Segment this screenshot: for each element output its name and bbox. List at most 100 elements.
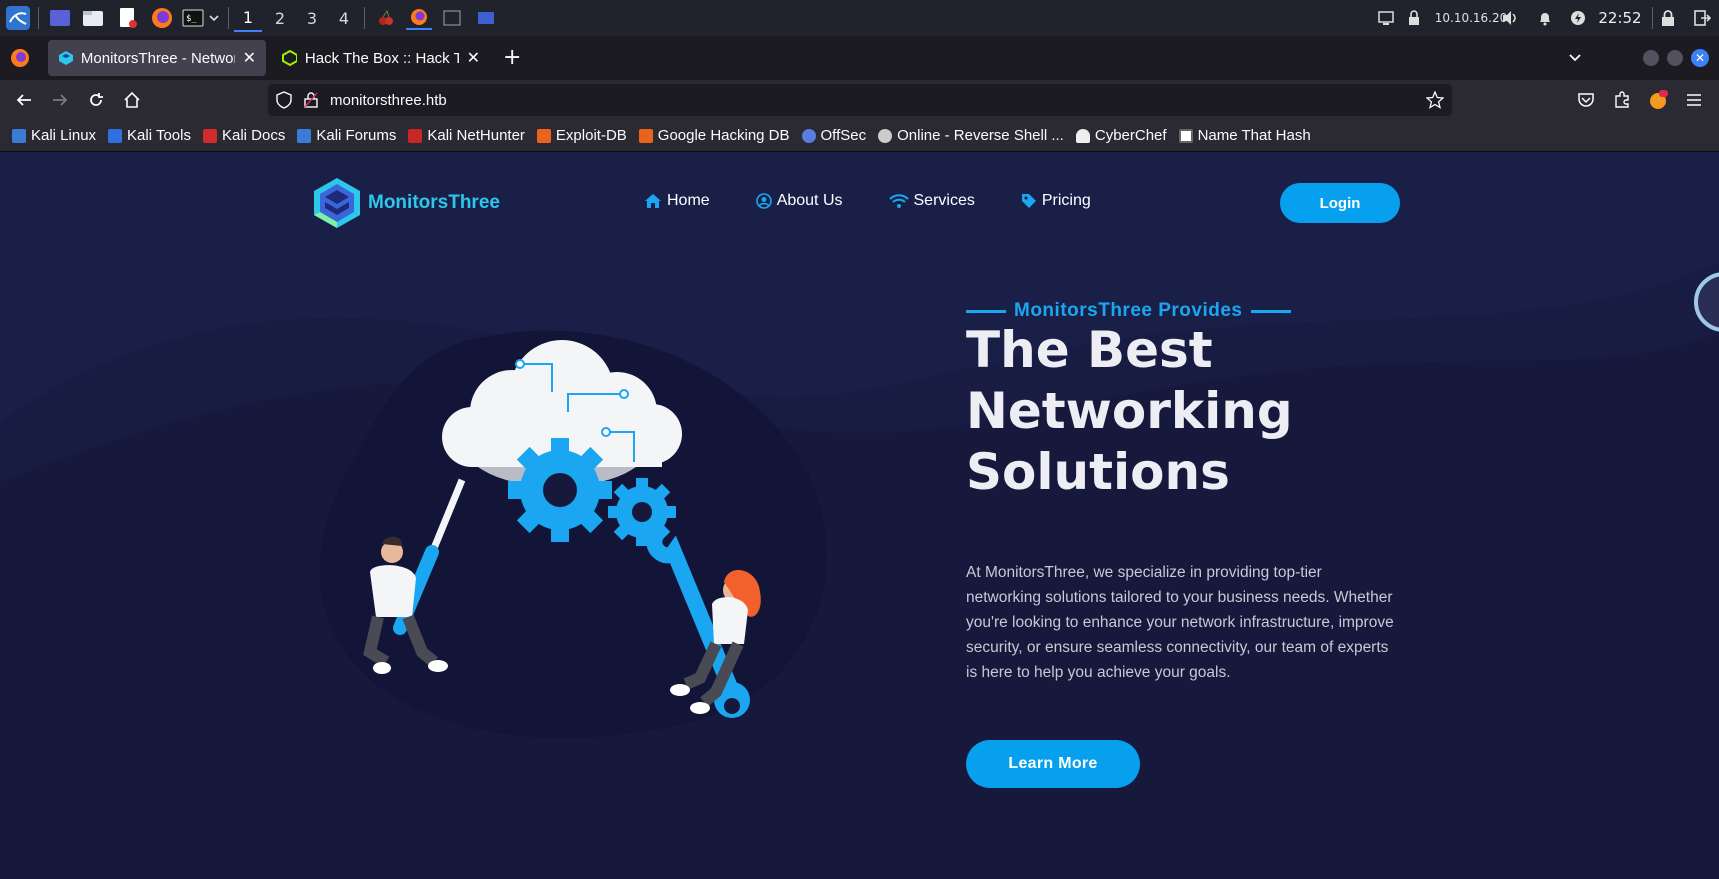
pocket-button[interactable] (1572, 86, 1600, 114)
file-manager-icon[interactable] (81, 6, 105, 30)
monitorsthree-favicon-icon (59, 51, 73, 65)
logo-text: MonitorsThree (368, 192, 500, 213)
home-button[interactable] (118, 86, 146, 114)
url-text[interactable]: monitorsthree.htb (330, 92, 447, 109)
home-icon (124, 91, 140, 108)
tab-strip: MonitorsThree - Network ✕ Hack The Box :… (0, 36, 1719, 80)
app-window-icon[interactable] (474, 6, 498, 30)
hero-headline: The Best Networking Solutions (966, 320, 1406, 503)
bookmark-star-icon[interactable] (1426, 91, 1444, 109)
bookmark-reverse-shell[interactable]: Online - Reverse Shell ... (878, 127, 1064, 144)
arrow-left-icon (16, 94, 31, 106)
wifi-icon (888, 194, 909, 208)
firefox-launcher-icon[interactable] (150, 6, 174, 30)
tab-monitorsthree[interactable]: MonitorsThree - Network ✕ (48, 40, 266, 76)
name-that-hash-icon (1178, 128, 1193, 143)
bookmark-name-that-hash[interactable]: Name That Hash (1178, 127, 1311, 144)
bookmark-label: Kali NetHunter (427, 127, 525, 144)
web-page: MonitorsThree Home About Us Services Pri… (0, 152, 1719, 879)
minimize-button[interactable] (1643, 50, 1659, 66)
list-all-tabs-icon[interactable] (1568, 50, 1582, 69)
headline-line-2: Networking (966, 382, 1293, 440)
hackthebox-favicon-icon (282, 50, 297, 66)
nav-home-label: Home (667, 192, 710, 209)
tab-hackthebox[interactable]: Hack The Box :: Hack The ✕ (272, 40, 490, 76)
shield-icon[interactable] (276, 91, 292, 109)
terminal-window-icon[interactable] (440, 6, 464, 30)
bookmark-kali-tools[interactable]: Kali Tools (108, 127, 191, 144)
new-tab-button[interactable]: + (503, 45, 521, 70)
insecure-lock-icon[interactable] (304, 92, 318, 108)
bookmark-google-hacking-db[interactable]: Google Hacking DB (638, 127, 790, 144)
lock-network-icon (1406, 6, 1422, 30)
display-icon[interactable] (1376, 6, 1396, 30)
workspace-1[interactable]: 1 (234, 4, 262, 32)
eyebrow-line-left (966, 309, 1006, 313)
kali-dragon-icon (12, 128, 26, 143)
bookmark-cyberchef[interactable]: CyberChef (1075, 127, 1167, 144)
firefox-window-icon[interactable] (406, 6, 432, 30)
login-button[interactable]: Login (1280, 183, 1400, 223)
nav-about-label: About Us (776, 192, 843, 209)
pocket-icon (1578, 93, 1594, 107)
nav-home[interactable]: Home (644, 192, 710, 210)
monitorsthree-logo-icon (314, 178, 360, 228)
workspace-4[interactable]: 4 (330, 4, 358, 32)
profile-button[interactable] (1644, 86, 1672, 114)
close-tab-icon[interactable]: ✕ (467, 48, 480, 68)
tag-icon (1021, 194, 1036, 208)
ghdb-icon (638, 128, 653, 143)
text-editor-icon[interactable] (116, 6, 140, 30)
extensions-button[interactable] (1608, 86, 1636, 114)
kali-menu-icon[interactable] (4, 6, 32, 30)
bookmark-offsec[interactable]: OffSec (801, 127, 866, 144)
close-tab-icon[interactable]: ✕ (243, 48, 256, 68)
url-bar[interactable]: monitorsthree.htb (268, 84, 1452, 116)
nav-about-us[interactable]: About Us (755, 192, 843, 210)
main-nav: Home About Us Services Pricing (644, 192, 1091, 210)
close-window-button[interactable]: ✕ (1691, 49, 1709, 67)
bookmark-label: Exploit-DB (555, 127, 627, 144)
user-circle-icon (755, 193, 772, 209)
desktop-icon[interactable] (48, 6, 72, 30)
workspace-2[interactable]: 2 (266, 4, 294, 32)
app-menu-button[interactable] (1680, 86, 1708, 114)
learn-more-button[interactable]: Learn More (966, 740, 1140, 788)
hero-description: At MonitorsThree, we specialize in provi… (966, 564, 1394, 681)
chevron-down-icon[interactable] (206, 6, 222, 30)
back-button[interactable] (10, 86, 38, 114)
reload-icon (90, 93, 103, 106)
bookmark-kali-nethunter[interactable]: Kali NetHunter (408, 127, 525, 144)
lock-screen-icon[interactable] (1658, 6, 1678, 30)
cherrytree-icon[interactable] (374, 6, 398, 30)
kali-docs-icon (202, 128, 217, 143)
bookmark-kali-forums[interactable]: Kali Forums (297, 127, 396, 144)
clock[interactable]: 22:52 (1594, 6, 1646, 30)
bookmark-label: Online - Reverse Shell ... (897, 127, 1064, 144)
nav-services[interactable]: Services (888, 192, 975, 210)
tab-title: Hack The Box :: Hack The (304, 49, 459, 67)
bookmark-label: Kali Tools (127, 127, 191, 144)
kali-tools-icon (108, 128, 123, 143)
terminal-icon[interactable]: $_ (181, 6, 205, 30)
bookmark-label: Name That Hash (1197, 127, 1311, 144)
nav-pricing[interactable]: Pricing (1021, 192, 1091, 210)
hero-eyebrow: MonitorsThree Provides (966, 300, 1291, 322)
foxyproxy-icon (1650, 90, 1668, 109)
eyebrow-line-right (1250, 309, 1291, 313)
bookmark-kali-docs[interactable]: Kali Docs (202, 127, 285, 144)
site-logo[interactable]: MonitorsThree (312, 176, 500, 230)
firefox-view-icon[interactable] (10, 48, 30, 72)
maximize-button[interactable] (1667, 50, 1683, 66)
logout-icon[interactable] (1690, 6, 1714, 30)
puzzle-icon (1615, 91, 1629, 108)
bookmark-label: Google Hacking DB (657, 127, 790, 144)
bookmark-kali-linux[interactable]: Kali Linux (12, 127, 96, 144)
bookmark-exploit-db[interactable]: Exploit-DB (536, 127, 627, 144)
power-icon[interactable] (1568, 6, 1588, 30)
reload-button[interactable] (82, 86, 110, 114)
forward-button[interactable] (46, 86, 74, 114)
workspace-3[interactable]: 3 (298, 4, 326, 32)
notification-bell-icon[interactable] (1535, 6, 1555, 30)
volume-icon[interactable] (1500, 6, 1520, 30)
